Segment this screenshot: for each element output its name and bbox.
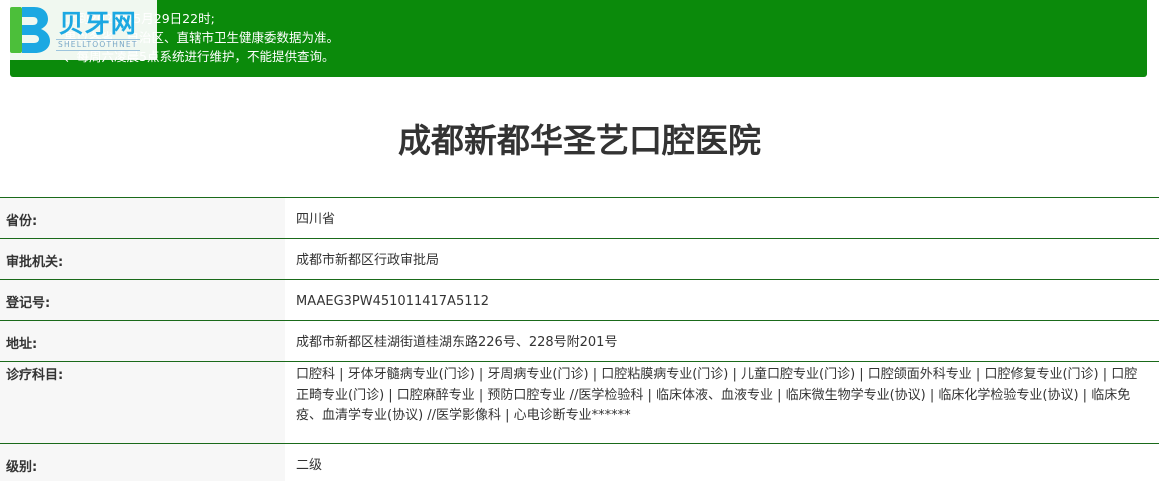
notice-line: 果以各省、自治区、直辖市卫生健康委数据为准。 <box>64 30 340 45</box>
notice-banner: 上到2022年5月29日22时; 果以各省、自治区、直辖市卫生健康委数据为准。 … <box>10 0 1147 77</box>
info-row-address: 地址: 成都市新都区桂湖街道桂湖东路226号、228号附201号 <box>0 320 1159 361</box>
info-row-registration: 登记号: MAAEG3PW451011417A5112 <box>0 279 1159 320</box>
logo-name-cn: 贝牙网 <box>58 9 137 38</box>
field-label: 级别: <box>0 444 285 481</box>
notice-line: 、每周六凌晨5点系统进行维护，不能提供查询。 <box>64 49 335 64</box>
field-label: 审批机关: <box>0 239 285 279</box>
field-label: 省份: <box>0 198 285 238</box>
field-label: 登记号: <box>0 280 285 320</box>
info-table: 省份: 四川省 审批机关: 成都市新都区行政审批局 登记号: MAAEG3PW4… <box>0 197 1159 481</box>
info-row-authority: 审批机关: 成都市新都区行政审批局 <box>0 238 1159 279</box>
field-value: MAAEG3PW451011417A5112 <box>285 280 1159 320</box>
field-value: 口腔科 | 牙体牙髓病专业(门诊) | 牙周病专业(门诊) | 口腔粘膜病专业(… <box>285 362 1159 443</box>
info-row-departments: 诊疗科目: 口腔科 | 牙体牙髓病专业(门诊) | 牙周病专业(门诊) | 口腔… <box>0 361 1159 443</box>
field-value: 二级 <box>285 444 1159 481</box>
field-label: 地址: <box>0 321 285 361</box>
field-label: 诊疗科目: <box>0 362 285 443</box>
logo-b-icon <box>10 7 50 53</box>
logo-name-en: SHELLTOOTHNET <box>56 39 140 51</box>
logo-text: 贝牙网 SHELLTOOTHNET <box>56 9 140 51</box>
info-row-level: 级别: 二级 <box>0 443 1159 481</box>
page-title: 成都新都华圣艺口腔医院 <box>398 121 761 160</box>
field-value: 四川省 <box>285 198 1159 238</box>
page: 上到2022年5月29日22时; 果以各省、自治区、直辖市卫生健康委数据为准。 … <box>0 0 1159 481</box>
field-value: 成都市新都区桂湖街道桂湖东路226号、228号附201号 <box>285 321 1159 361</box>
site-logo[interactable]: 贝牙网 SHELLTOOTHNET <box>0 0 157 60</box>
notice-line: 上到2022年5月29日22时; <box>64 9 1147 28</box>
info-row-province: 省份: 四川省 <box>0 197 1159 238</box>
field-value: 成都市新都区行政审批局 <box>285 239 1159 279</box>
